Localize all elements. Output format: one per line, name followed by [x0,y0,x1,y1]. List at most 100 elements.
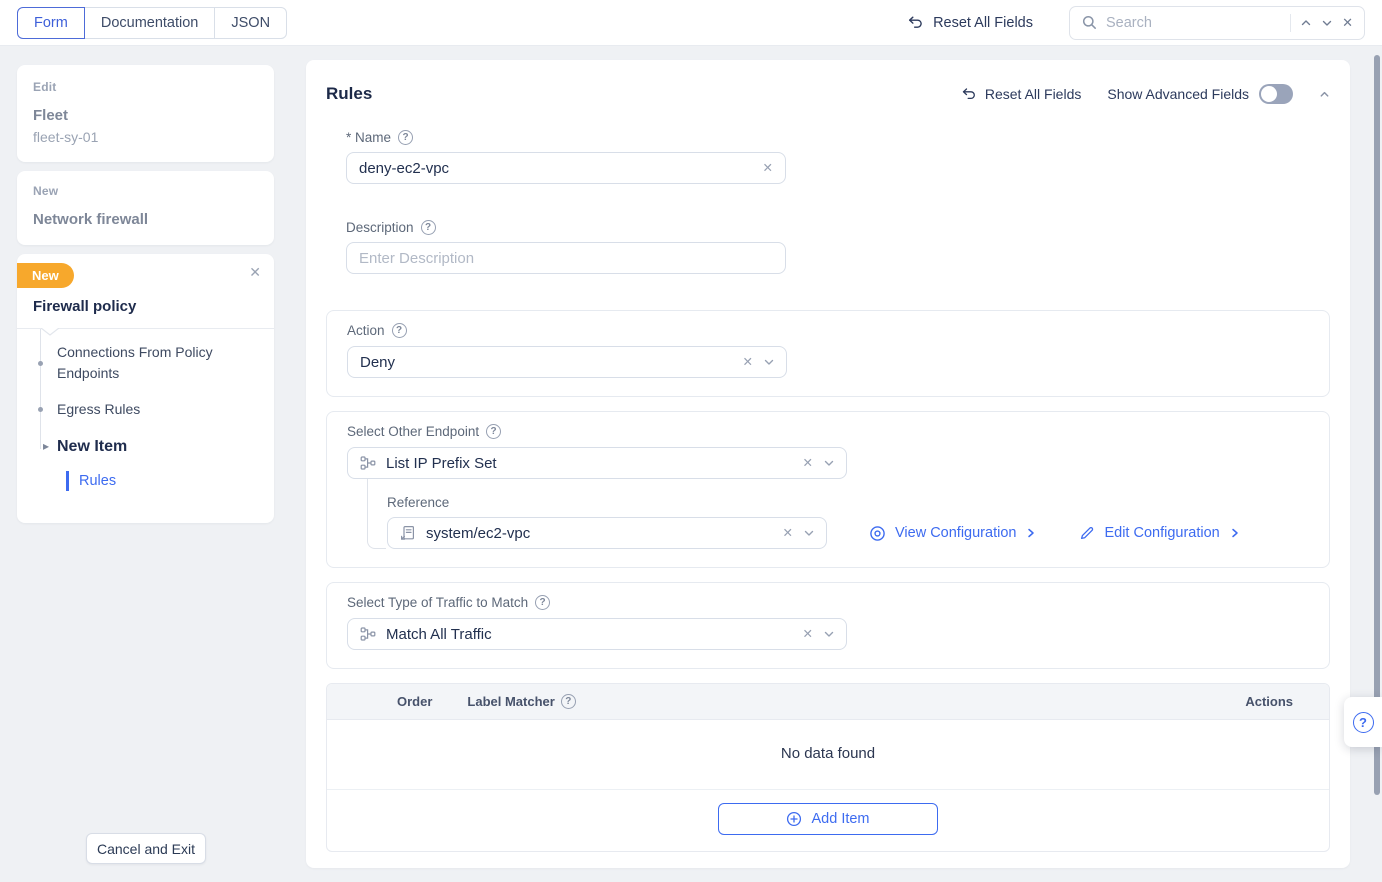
show-advanced-fields-label: Show Advanced Fields [1107,86,1249,102]
fleet-card-subtitle: fleet-sy-01 [33,129,258,145]
bullet-icon [38,407,43,412]
vertical-scrollbar-thumb[interactable] [1374,55,1380,795]
topbar-reset-all-fields-button[interactable]: Reset All Fields [907,14,1033,31]
policy-tree: Connections From Policy Endpoints Egress… [17,329,274,491]
clear-icon[interactable]: ✕ [743,356,753,369]
help-icon[interactable]: ? [398,130,413,145]
traffic-select[interactable]: Match All Traffic ✕ [347,618,847,650]
tab-json[interactable]: JSON [214,7,287,39]
show-advanced-fields-control: Show Advanced Fields [1107,84,1293,104]
plus-circle-icon [786,811,802,827]
reference-select[interactable]: system/ec2-vpc ✕ [387,517,827,549]
endpoint-select-value: List IP Prefix Set [386,455,793,472]
reset-icon [907,14,924,31]
help-icon[interactable]: ? [392,323,407,338]
collapse-panel-button[interactable] [1319,89,1330,100]
add-item-button[interactable]: Add Item [718,803,938,835]
clear-icon[interactable]: ✕ [803,628,813,641]
search-input[interactable] [1106,15,1281,31]
chevron-down-icon [803,527,815,539]
traffic-label-row: Select Type of Traffic to Match ? [347,595,1309,610]
fleet-card-kicker: Edit [33,80,258,94]
sidebar-card-network-firewall[interactable]: New Network firewall [17,171,274,245]
clear-icon[interactable]: ✕ [763,162,773,175]
endpoint-select[interactable]: List IP Prefix Set ✕ [347,447,847,479]
action-select-value: Deny [360,354,733,371]
panel-content: * Name ? ✕ Description ? Action ? [326,130,1330,852]
column-header-actions: Actions [1245,694,1293,709]
table-add-row: Add Item [327,790,1329,851]
traffic-select-value: Match All Traffic [386,626,793,643]
reference-group: Reference system/ec2-vpc ✕ [387,487,1309,549]
close-icon[interactable]: ✕ [249,264,261,281]
search-icon [1082,15,1097,30]
column-header-order: Order [397,694,432,709]
traffic-label: Select Type of Traffic to Match [347,595,528,610]
pencil-icon [1079,525,1095,541]
name-field-label-row: * Name ? [346,130,1330,145]
label-matcher-header-text: Label Matcher [467,694,554,709]
tab-documentation[interactable]: Documentation [84,7,216,39]
chevron-up-icon [1319,89,1330,100]
search-prev-button[interactable] [1300,17,1312,29]
search-next-button[interactable] [1321,17,1333,29]
panel-header-actions: Reset All Fields Show Advanced Fields [961,84,1330,104]
tree-item-new-item[interactable]: ▸ New Item [17,438,260,456]
name-input-wrap: ✕ [346,152,786,184]
chevron-down-icon [823,457,835,469]
fleet-card-title: Fleet [33,107,258,124]
column-header-label-matcher: Label Matcher ? [467,694,575,709]
help-icon: ? [1353,712,1374,733]
chevron-down-icon [763,356,775,368]
chevron-right-icon [1025,527,1037,539]
view-tabs: Form Documentation JSON [17,7,287,39]
clear-icon[interactable]: ✕ [803,457,813,470]
name-input[interactable] [359,160,763,177]
help-button[interactable]: ? [1344,697,1382,747]
description-field-block: Description ? [346,220,1330,274]
help-icon[interactable]: ? [486,424,501,439]
panel-title: Rules [326,84,372,104]
tree-item-label: Egress Rules [57,401,140,417]
help-icon[interactable]: ? [561,694,576,709]
view-configuration-label: View Configuration [895,525,1016,541]
network-firewall-kicker: New [33,184,258,198]
caret-right-icon: ▸ [43,439,49,453]
cancel-and-exit-button[interactable]: Cancel and Exit [86,833,206,864]
chevron-down-icon [823,628,835,640]
top-toolbar: Form Documentation JSON Reset All Fields… [0,0,1382,46]
table-header-row: Order Label Matcher ? Actions [327,684,1329,720]
action-label: Action [347,323,385,338]
action-label-row: Action ? [347,323,1309,338]
description-input-wrap [346,242,786,274]
tree-item-egress-rules[interactable]: Egress Rules [17,399,260,420]
view-configuration-link[interactable]: View Configuration [869,525,1037,542]
label-matcher-table: Order Label Matcher ? Actions No data fo… [326,683,1330,852]
search-close-button[interactable]: ✕ [1342,15,1353,31]
help-icon[interactable]: ? [421,220,436,235]
edit-configuration-link[interactable]: Edit Configuration [1079,525,1240,541]
sidebar-card-firewall-policy: New ✕ Firewall policy Connections From P… [17,254,274,523]
action-section: Action ? Deny ✕ [326,310,1330,397]
description-input[interactable] [359,250,773,267]
chevron-up-icon [1300,17,1312,29]
advanced-fields-toggle[interactable] [1259,84,1293,104]
help-icon[interactable]: ? [535,595,550,610]
panel-reset-all-fields-button[interactable]: Reset All Fields [961,86,1081,102]
bullet-icon [38,361,43,366]
panel-reset-label: Reset All Fields [985,86,1081,102]
clear-icon[interactable]: ✕ [783,527,793,540]
chevron-right-icon [1229,527,1241,539]
toggle-knob [1261,86,1277,102]
eye-icon [869,525,886,542]
action-select[interactable]: Deny ✕ [347,346,787,378]
rules-panel: Rules Reset All Fields Show Advanced Fie… [306,60,1350,868]
tree-item-connections[interactable]: Connections From Policy Endpoints [17,342,247,384]
tree-item-rules-selected[interactable]: Rules [66,471,260,491]
reset-icon [961,86,977,102]
tab-form[interactable]: Form [17,7,85,39]
add-item-label: Add Item [811,811,869,827]
other-endpoint-section: Select Other Endpoint ? List IP Prefix S… [326,411,1330,568]
sidebar-card-fleet[interactable]: Edit Fleet fleet-sy-01 [17,65,274,162]
tree-item-label: New Item [57,438,127,455]
